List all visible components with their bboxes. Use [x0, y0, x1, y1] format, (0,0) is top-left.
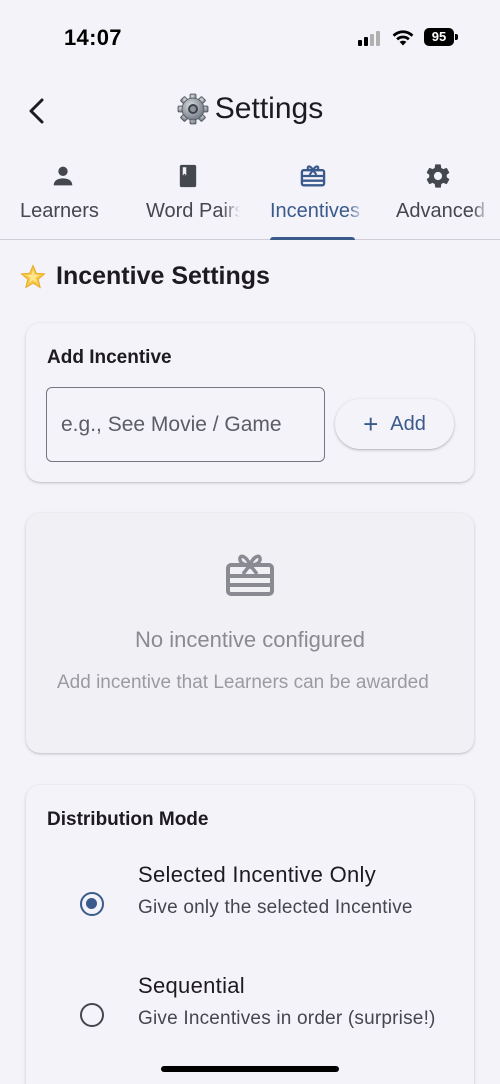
- app-bar: Settings: [0, 80, 500, 144]
- option-title: Selected Incentive Only: [138, 862, 377, 887]
- card-title: Distribution Mode: [47, 809, 209, 830]
- app-title-group: Settings: [0, 92, 500, 126]
- distribution-mode-card: Distribution Mode Selected Incentive Onl…: [26, 785, 474, 1084]
- empty-state-title: No incentive configured: [135, 627, 365, 652]
- page-title: Settings: [214, 92, 324, 125]
- wifi-icon: [392, 30, 414, 46]
- tab-advanced[interactable]: Advanced: [375, 150, 500, 240]
- option-description: Give Incentives in order (surprise!): [138, 1008, 436, 1029]
- tab-label: Incentives: [270, 200, 361, 222]
- card-title: Add Incentive: [47, 347, 172, 368]
- gift-card-icon: [300, 165, 325, 187]
- battery-icon: 95: [424, 28, 458, 46]
- incentive-name-input[interactable]: [46, 387, 325, 462]
- tab-learners[interactable]: Learners: [0, 150, 125, 240]
- gear-emoji-icon: [177, 93, 209, 125]
- tab-incentives[interactable]: Incentives: [250, 150, 375, 240]
- person-icon: [53, 166, 72, 186]
- home-indicator: [161, 1066, 339, 1072]
- settings-screen: 14:07 95 Settings Learners Word Pairs In…: [0, 0, 500, 1084]
- empty-state-card: No incentive configured Add incentive th…: [26, 513, 474, 753]
- add-button-label: Add: [390, 412, 426, 435]
- gear-icon: [426, 164, 449, 188]
- book-icon: [179, 164, 196, 188]
- option-description: Give only the selected Incentive: [138, 897, 413, 918]
- option-title: Sequential: [138, 973, 245, 998]
- status-bar: 14:07 95: [0, 0, 500, 70]
- add-incentive-button[interactable]: + Add: [335, 399, 454, 449]
- radio-button[interactable]: [80, 1003, 104, 1027]
- tab-label: Advanced: [396, 200, 485, 222]
- tab-label: Word Pairs: [146, 200, 245, 222]
- gift-card-icon: [226, 554, 274, 596]
- section-title: Incentive Settings: [56, 262, 270, 290]
- status-time: 14:07: [64, 25, 122, 50]
- plus-icon: +: [363, 409, 379, 439]
- active-tab-indicator: [270, 237, 355, 240]
- tab-word-pairs[interactable]: Word Pairs: [125, 150, 250, 240]
- empty-state-description: Add incentive that Learners can be award…: [57, 672, 429, 693]
- tab-label: Learners: [20, 200, 99, 222]
- settings-tabs: Learners Word Pairs Incentives Advanced: [0, 150, 500, 240]
- radio-button-checked[interactable]: [80, 892, 104, 916]
- battery-level: 95: [424, 28, 454, 46]
- add-incentive-card: Add Incentive + Add: [26, 323, 474, 482]
- section-heading: Incentive Settings: [20, 262, 270, 291]
- cellular-signal-icon: [358, 30, 384, 46]
- star-emoji-icon: [20, 263, 46, 288]
